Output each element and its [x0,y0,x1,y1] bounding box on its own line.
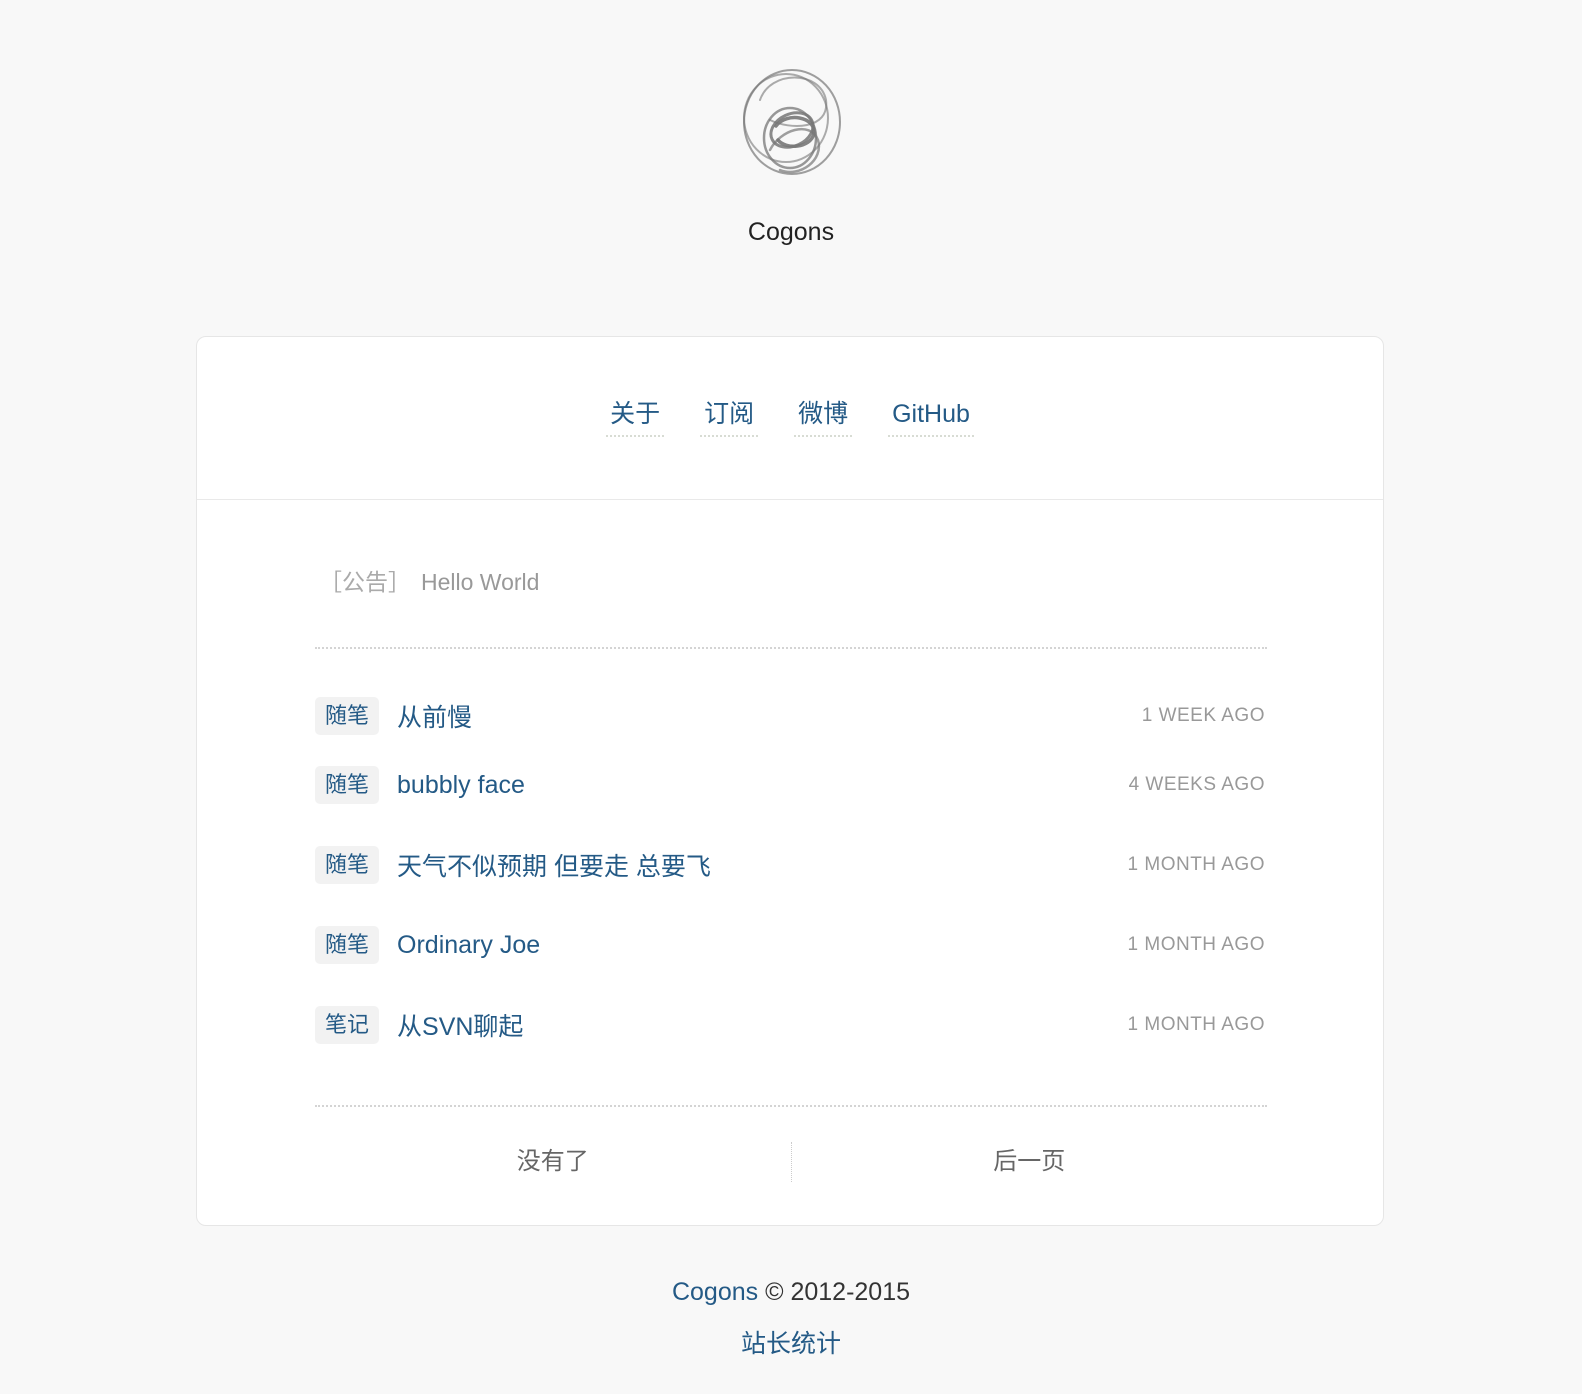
site-stats-link[interactable]: 站长统计 [741,1324,841,1360]
post-date: 1 WEEK AGO [1141,705,1265,726]
post-tag[interactable]: 随笔 [315,697,380,735]
scribble-circle-logo-icon[interactable] [730,60,850,185]
divider [315,1105,1267,1107]
site-header: Cogons [0,0,1582,300]
post-date: 4 WEEKS AGO [1128,774,1265,795]
post-date: 1 MONTH AGO [1127,854,1265,875]
notice-text: Hello World [421,569,540,595]
notice: ［公告］ Hello World [319,563,539,597]
post-tag[interactable]: 随笔 [315,926,380,964]
post-title-link[interactable]: bubbly face [397,771,525,800]
divider [315,647,1267,649]
list-item: 随笔 Ordinary Joe 1 MONTH AGO [315,905,1265,985]
post-date: 1 MONTH AGO [1127,934,1265,955]
list-item: 随笔 天气不似预期 但要走 总要飞 1 MONTH AGO [315,825,1265,905]
nav-link-subscribe[interactable]: 订阅 [700,399,759,437]
post-title-link[interactable]: 从前慢 [397,698,472,734]
footer-brand-link[interactable]: Cogons [672,1278,758,1306]
nav-link-about[interactable]: 关于 [606,399,665,437]
copyright-text: © 2012-2015 [758,1278,911,1306]
site-title[interactable]: Cogons [0,218,1582,247]
list-item: 随笔 从前慢 1 WEEK AGO [315,687,1265,745]
nav-link-github[interactable]: GitHub [888,399,974,437]
next-page-button[interactable]: 后一页 [792,1142,1268,1182]
post-tag[interactable]: 随笔 [315,846,380,884]
post-tag[interactable]: 随笔 [315,766,380,804]
list-item: 笔记 从SVN聊起 1 MONTH AGO [315,985,1265,1065]
post-title-link[interactable]: 从SVN聊起 [397,1007,523,1043]
post-title-link[interactable]: Ordinary Joe [397,931,540,960]
post-list: 随笔 从前慢 1 WEEK AGO 随笔 bubbly face 4 WEEKS… [315,687,1265,1065]
post-title-link[interactable]: 天气不似预期 但要走 总要飞 [397,847,711,883]
site-footer: Cogons © 2012-2015 站长统计 [0,1274,1582,1360]
list-item: 随笔 bubbly face 4 WEEKS AGO [315,745,1265,825]
nav-link-weibo[interactable]: 微博 [794,399,853,437]
post-date: 1 MONTH AGO [1127,1014,1265,1035]
post-tag[interactable]: 笔记 [315,1006,380,1044]
main-card: 关于 订阅 微博 GitHub ［公告］ Hello World 随笔 从前慢 1… [196,336,1384,1226]
copyright-line: Cogons © 2012-2015 [0,1274,1582,1310]
notice-label: ［公告］ [319,569,411,595]
main-nav: 关于 订阅 微博 GitHub [197,337,1383,500]
pagination: 没有了 后一页 [315,1142,1267,1182]
prev-page-button[interactable]: 没有了 [315,1142,791,1182]
